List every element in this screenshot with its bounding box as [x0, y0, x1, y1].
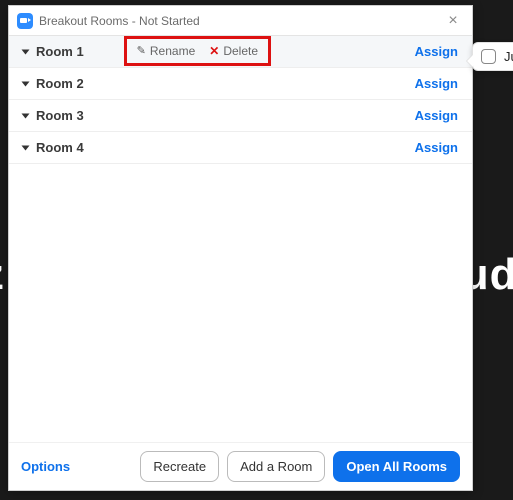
rooms-list: Room 1 ✎ Rename ✕ Delete Assign Room 2 A… [9, 36, 472, 164]
background-text-left: z [0, 250, 4, 300]
add-room-button[interactable]: Add a Room [227, 451, 325, 482]
room-name: Room 2 [36, 76, 84, 91]
delete-label: Delete [223, 44, 258, 58]
room-row-2[interactable]: Room 2 Assign [9, 68, 472, 100]
room-row-4[interactable]: Room 4 Assign [9, 132, 472, 164]
delete-button[interactable]: ✕ Delete [209, 44, 258, 58]
pencil-icon: ✎ [137, 44, 146, 57]
assign-link[interactable]: Assign [415, 140, 458, 155]
room-row-3[interactable]: Room 3 Assign [9, 100, 472, 132]
room-name: Room 1 [36, 44, 84, 59]
room-name: Room 4 [36, 140, 84, 155]
rename-label: Rename [150, 44, 195, 58]
caret-icon [22, 113, 30, 118]
empty-area [9, 164, 472, 442]
open-all-rooms-button[interactable]: Open All Rooms [333, 451, 460, 482]
footer: Options Recreate Add a Room Open All Roo… [9, 442, 472, 490]
caret-icon [22, 81, 30, 86]
caret-icon [22, 145, 30, 150]
assign-link[interactable]: Assign [415, 108, 458, 123]
assign-link[interactable]: Assign [415, 76, 458, 91]
x-icon: ✕ [209, 44, 219, 58]
close-button[interactable]: × [442, 10, 464, 32]
caret-icon [22, 49, 30, 54]
room-row-1[interactable]: Room 1 ✎ Rename ✕ Delete Assign [9, 36, 472, 68]
assign-link[interactable]: Assign [415, 44, 458, 59]
recreate-button[interactable]: Recreate [140, 451, 219, 482]
window-title: Breakout Rooms - Not Started [39, 14, 200, 28]
close-icon: × [448, 12, 457, 30]
assign-participant-popover: Judy [472, 42, 513, 71]
breakout-rooms-dialog: Breakout Rooms - Not Started × Room 1 ✎ … [8, 5, 473, 491]
participant-name: Judy [504, 49, 513, 64]
titlebar: Breakout Rooms - Not Started × [9, 6, 472, 36]
zoom-logo-icon [17, 13, 33, 29]
room-name: Room 3 [36, 108, 84, 123]
options-button[interactable]: Options [21, 459, 70, 474]
row-actions-highlight: ✎ Rename ✕ Delete [124, 36, 271, 66]
participant-checkbox[interactable] [481, 49, 496, 64]
rename-button[interactable]: ✎ Rename [137, 44, 196, 58]
